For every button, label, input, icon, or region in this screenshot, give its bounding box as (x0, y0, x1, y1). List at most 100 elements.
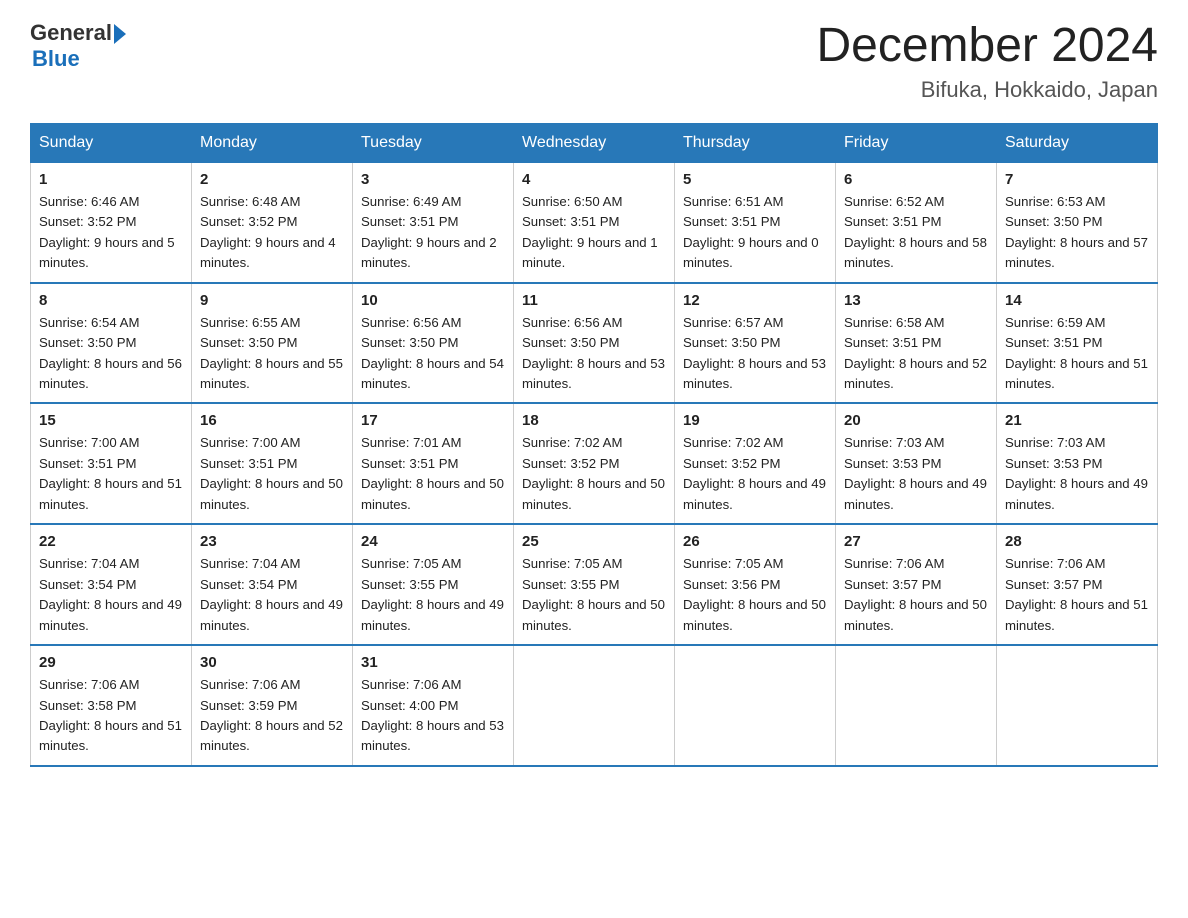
calendar-cell: 12 Sunrise: 6:57 AMSunset: 3:50 PMDayligh… (675, 283, 836, 404)
day-number: 1 (39, 171, 183, 188)
week-row-5: 29 Sunrise: 7:06 AMSunset: 3:58 PMDayligh… (31, 645, 1158, 766)
day-number: 31 (361, 654, 505, 671)
logo-blue-text: Blue (32, 46, 126, 72)
day-number: 20 (844, 412, 988, 429)
day-info: Sunrise: 6:50 AMSunset: 3:51 PMDaylight:… (522, 192, 666, 274)
day-number: 14 (1005, 292, 1149, 309)
calendar-subtitle: Bifuka, Hokkaido, Japan (816, 77, 1158, 103)
day-number: 30 (200, 654, 344, 671)
day-number: 26 (683, 533, 827, 550)
week-row-3: 15 Sunrise: 7:00 AMSunset: 3:51 PMDayligh… (31, 403, 1158, 524)
day-number: 22 (39, 533, 183, 550)
day-info: Sunrise: 6:55 AMSunset: 3:50 PMDaylight:… (200, 313, 344, 395)
calendar-cell (836, 645, 997, 766)
calendar-cell: 4 Sunrise: 6:50 AMSunset: 3:51 PMDaylight… (514, 162, 675, 282)
calendar-cell: 29 Sunrise: 7:06 AMSunset: 3:58 PMDayligh… (31, 645, 192, 766)
day-info: Sunrise: 7:00 AMSunset: 3:51 PMDaylight:… (39, 433, 183, 515)
header-tuesday: Tuesday (353, 123, 514, 162)
calendar-cell: 18Sunrise: 7:02 AMSunset: 3:52 PMDayligh… (514, 403, 675, 524)
day-info: Sunrise: 7:03 AMSunset: 3:53 PMDaylight:… (844, 433, 988, 515)
calendar-table: SundayMondayTuesdayWednesdayThursdayFrid… (30, 123, 1158, 767)
calendar-cell (997, 645, 1158, 766)
calendar-cell: 24 Sunrise: 7:05 AMSunset: 3:55 PMDayligh… (353, 524, 514, 645)
calendar-cell: 23Sunrise: 7:04 AMSunset: 3:54 PMDayligh… (192, 524, 353, 645)
day-info: Sunrise: 6:53 AMSunset: 3:50 PMDaylight:… (1005, 192, 1149, 274)
week-row-2: 8 Sunrise: 6:54 AMSunset: 3:50 PMDaylight… (31, 283, 1158, 404)
logo-general-text: General (30, 20, 112, 46)
header-wednesday: Wednesday (514, 123, 675, 162)
calendar-cell: 9 Sunrise: 6:55 AMSunset: 3:50 PMDaylight… (192, 283, 353, 404)
week-row-4: 22 Sunrise: 7:04 AMSunset: 3:54 PMDayligh… (31, 524, 1158, 645)
header-sunday: Sunday (31, 123, 192, 162)
day-number: 11 (522, 292, 666, 309)
calendar-cell: 10 Sunrise: 6:56 AMSunset: 3:50 PMDayligh… (353, 283, 514, 404)
day-number: 29 (39, 654, 183, 671)
day-number: 6 (844, 171, 988, 188)
calendar-cell (675, 645, 836, 766)
day-info: Sunrise: 7:06 AMSunset: 3:57 PMDaylight:… (844, 554, 988, 636)
day-number: 12 (683, 292, 827, 309)
day-info: Sunrise: 7:06 AMSunset: 3:58 PMDaylight:… (39, 675, 183, 757)
day-number: 17 (361, 412, 505, 429)
day-number: 5 (683, 171, 827, 188)
calendar-header-row: SundayMondayTuesdayWednesdayThursdayFrid… (31, 123, 1158, 162)
logo-line1: General (30, 20, 126, 46)
day-number: 15 (39, 412, 183, 429)
day-info: Sunrise: 6:51 AMSunset: 3:51 PMDaylight:… (683, 192, 827, 274)
logo-triangle-icon (114, 24, 126, 44)
day-number: 27 (844, 533, 988, 550)
day-info: Sunrise: 7:05 AMSunset: 3:55 PMDaylight:… (361, 554, 505, 636)
calendar-cell: 17 Sunrise: 7:01 AMSunset: 3:51 PMDayligh… (353, 403, 514, 524)
day-number: 25 (522, 533, 666, 550)
day-info: Sunrise: 6:56 AMSunset: 3:50 PMDaylight:… (522, 313, 666, 395)
calendar-cell: 21 Sunrise: 7:03 AMSunset: 3:53 PMDayligh… (997, 403, 1158, 524)
calendar-cell: 31 Sunrise: 7:06 AMSunset: 4:00 PMDayligh… (353, 645, 514, 766)
day-info: Sunrise: 7:04 AMSunset: 3:54 PMDaylight:… (39, 554, 183, 636)
day-number: 19 (683, 412, 827, 429)
calendar-cell: 15 Sunrise: 7:00 AMSunset: 3:51 PMDayligh… (31, 403, 192, 524)
day-info: Sunrise: 6:54 AMSunset: 3:50 PMDaylight:… (39, 313, 183, 395)
calendar-cell: 30 Sunrise: 7:06 AMSunset: 3:59 PMDayligh… (192, 645, 353, 766)
header-monday: Monday (192, 123, 353, 162)
calendar-cell: 19 Sunrise: 7:02 AMSunset: 3:52 PMDayligh… (675, 403, 836, 524)
day-info: Sunrise: 7:02 AMSunset: 3:52 PMDaylight:… (683, 433, 827, 515)
calendar-cell: 25Sunrise: 7:05 AMSunset: 3:55 PMDayligh… (514, 524, 675, 645)
day-number: 21 (1005, 412, 1149, 429)
calendar-cell: 20 Sunrise: 7:03 AMSunset: 3:53 PMDayligh… (836, 403, 997, 524)
calendar-cell: 7Sunrise: 6:53 AMSunset: 3:50 PMDaylight… (997, 162, 1158, 282)
day-info: Sunrise: 7:06 AMSunset: 4:00 PMDaylight:… (361, 675, 505, 757)
day-number: 13 (844, 292, 988, 309)
calendar-cell: 14 Sunrise: 6:59 AMSunset: 3:51 PMDayligh… (997, 283, 1158, 404)
day-info: Sunrise: 7:00 AMSunset: 3:51 PMDaylight:… (200, 433, 344, 515)
day-info: Sunrise: 7:05 AMSunset: 3:56 PMDaylight:… (683, 554, 827, 636)
day-number: 16 (200, 412, 344, 429)
calendar-cell (514, 645, 675, 766)
day-info: Sunrise: 6:57 AMSunset: 3:50 PMDaylight:… (683, 313, 827, 395)
day-info: Sunrise: 7:02 AMSunset: 3:52 PMDaylight:… (522, 433, 666, 515)
day-number: 2 (200, 171, 344, 188)
calendar-cell: 5 Sunrise: 6:51 AMSunset: 3:51 PMDaylight… (675, 162, 836, 282)
header-saturday: Saturday (997, 123, 1158, 162)
calendar-cell: 13 Sunrise: 6:58 AMSunset: 3:51 PMDayligh… (836, 283, 997, 404)
day-number: 10 (361, 292, 505, 309)
day-number: 8 (39, 292, 183, 309)
day-number: 4 (522, 171, 666, 188)
day-info: Sunrise: 6:52 AMSunset: 3:51 PMDaylight:… (844, 192, 988, 274)
day-info: Sunrise: 7:03 AMSunset: 3:53 PMDaylight:… (1005, 433, 1149, 515)
day-number: 28 (1005, 533, 1149, 550)
day-info: Sunrise: 6:58 AMSunset: 3:51 PMDaylight:… (844, 313, 988, 395)
calendar-cell: 1 Sunrise: 6:46 AMSunset: 3:52 PMDaylight… (31, 162, 192, 282)
title-block: December 2024 Bifuka, Hokkaido, Japan (816, 20, 1158, 103)
header-friday: Friday (836, 123, 997, 162)
calendar-cell: 11 Sunrise: 6:56 AMSunset: 3:50 PMDayligh… (514, 283, 675, 404)
logo: General Blue (30, 20, 126, 72)
calendar-cell: 22 Sunrise: 7:04 AMSunset: 3:54 PMDayligh… (31, 524, 192, 645)
day-info: Sunrise: 6:56 AMSunset: 3:50 PMDaylight:… (361, 313, 505, 395)
day-info: Sunrise: 6:46 AMSunset: 3:52 PMDaylight:… (39, 192, 183, 274)
day-number: 24 (361, 533, 505, 550)
day-number: 9 (200, 292, 344, 309)
day-info: Sunrise: 7:01 AMSunset: 3:51 PMDaylight:… (361, 433, 505, 515)
day-info: Sunrise: 7:06 AMSunset: 3:59 PMDaylight:… (200, 675, 344, 757)
week-row-1: 1 Sunrise: 6:46 AMSunset: 3:52 PMDaylight… (31, 162, 1158, 282)
day-info: Sunrise: 6:59 AMSunset: 3:51 PMDaylight:… (1005, 313, 1149, 395)
